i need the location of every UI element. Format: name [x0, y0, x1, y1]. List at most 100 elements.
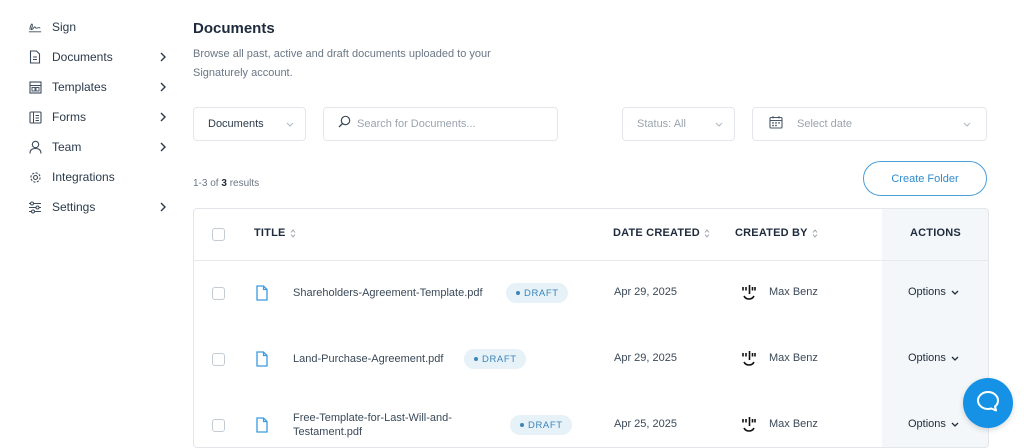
sidebar-item-label: Integrations — [52, 170, 115, 184]
search-input[interactable]: Search for Documents... — [323, 107, 558, 141]
sidebar-item-label: Documents — [52, 50, 113, 64]
chevron-right-icon — [158, 82, 168, 92]
documents-table: TITLE DATE CREATED CREATED BY ACTIONS Sh… — [193, 208, 989, 448]
table-row: Shareholders-Agreement-Template.pdf DRAF… — [194, 261, 988, 327]
forms-icon — [28, 110, 42, 124]
main-content: Documents Browse all past, active and dr… — [193, 0, 1024, 448]
options-dropdown[interactable]: Options — [908, 352, 959, 364]
sort-icon — [812, 228, 818, 238]
sidebar-item-team[interactable]: Team — [28, 137, 168, 157]
chevron-right-icon — [158, 142, 168, 152]
select-all-checkbox[interactable] — [212, 228, 225, 241]
create-folder-button[interactable]: Create Folder — [863, 161, 987, 196]
sidebar-item-label: Sign — [52, 20, 77, 34]
created-by-cell: Max Benz — [769, 352, 818, 364]
status-dot — [520, 423, 524, 427]
file-icon — [255, 417, 269, 433]
status-value: Status: All — [637, 118, 686, 130]
results-count: 1-3 of 3 results — [193, 178, 259, 189]
sidebar: Sign Documents Templates Forms Team Inte… — [0, 0, 175, 436]
sidebar-item-integrations[interactable]: Integrations — [28, 167, 168, 187]
user-icon — [28, 140, 42, 154]
options-dropdown[interactable]: Options — [908, 286, 959, 298]
column-header-date-created[interactable]: DATE CREATED — [613, 227, 710, 239]
chevron-right-icon — [158, 112, 168, 122]
sidebar-item-label: Forms — [52, 110, 86, 124]
status-badge-label: DRAFT — [524, 287, 559, 299]
status-badge: DRAFT — [510, 415, 572, 435]
chevron-right-icon — [158, 52, 168, 62]
date-picker[interactable]: Select date — [752, 107, 987, 141]
row-checkbox[interactable] — [212, 353, 225, 366]
chat-button[interactable] — [963, 378, 1013, 428]
sidebar-item-label: Team — [52, 140, 82, 154]
avatar-icon — [741, 350, 757, 368]
avatar-icon — [741, 416, 757, 434]
sidebar-item-label: Settings — [52, 200, 96, 214]
document-title-link[interactable]: Shareholders-Agreement-Template.pdf — [293, 286, 483, 300]
search-placeholder: Search for Documents... — [357, 118, 476, 130]
table-row: Land-Purchase-Agreement.pdf DRAFT Apr 29… — [194, 327, 988, 393]
sliders-icon — [28, 200, 42, 214]
sidebar-item-sign[interactable]: Sign — [28, 17, 168, 37]
sidebar-item-templates[interactable]: Templates — [28, 77, 168, 97]
chevron-down-icon — [951, 290, 959, 295]
results-prefix: 1-3 of — [193, 178, 219, 189]
document-type-value: Documents — [208, 118, 264, 130]
column-header-actions: ACTIONS — [910, 227, 961, 239]
results-total: 3 — [221, 178, 227, 189]
page-description: Browse all past, active and draft docume… — [193, 48, 491, 79]
document-title-link[interactable]: Land-Purchase-Agreement.pdf — [293, 352, 443, 366]
column-title-label: TITLE — [254, 227, 286, 239]
status-dropdown[interactable]: Status: All — [622, 107, 735, 141]
avatar-icon — [741, 284, 757, 302]
row-checkbox[interactable] — [212, 287, 225, 300]
column-header-title[interactable]: TITLE — [254, 227, 296, 239]
date-created-cell: Apr 29, 2025 — [614, 286, 677, 298]
status-badge: DRAFT — [464, 349, 526, 369]
chevron-down-icon — [951, 356, 959, 361]
sidebar-item-label: Templates — [52, 80, 107, 94]
column-header-created-by[interactable]: CREATED BY — [735, 227, 818, 239]
sidebar-item-settings[interactable]: Settings — [28, 197, 168, 217]
chevron-down-icon — [951, 422, 959, 427]
sidebar-item-documents[interactable]: Documents — [28, 47, 168, 67]
column-date-label: DATE CREATED — [613, 227, 700, 239]
date-created-cell: Apr 25, 2025 — [614, 418, 677, 430]
options-dropdown[interactable]: Options — [908, 418, 959, 430]
status-badge-label: DRAFT — [482, 353, 517, 365]
date-placeholder: Select date — [797, 118, 853, 130]
status-dot — [516, 291, 520, 295]
results-suffix: results — [229, 178, 260, 189]
document-type-dropdown[interactable]: Documents — [193, 107, 306, 141]
status-badge: DRAFT — [506, 283, 568, 303]
gear-icon — [28, 170, 42, 184]
search-icon — [338, 115, 351, 133]
column-created-by-label: CREATED BY — [735, 227, 808, 239]
page-title: Documents — [193, 20, 275, 37]
templates-icon — [28, 80, 42, 94]
options-label: Options — [908, 418, 946, 430]
status-badge-label: DRAFT — [528, 419, 563, 431]
options-label: Options — [908, 352, 946, 364]
status-dot — [474, 357, 478, 361]
created-by-cell: Max Benz — [769, 286, 818, 298]
row-checkbox[interactable] — [212, 419, 225, 432]
options-label: Options — [908, 286, 946, 298]
document-icon — [28, 50, 42, 64]
file-icon — [255, 285, 269, 301]
document-title-link[interactable]: Free-Template-for-Last-Will-and-Testamen… — [293, 411, 483, 439]
created-by-cell: Max Benz — [769, 418, 818, 430]
file-icon — [255, 351, 269, 367]
chevron-right-icon — [158, 202, 168, 212]
date-created-cell: Apr 29, 2025 — [614, 352, 677, 364]
sort-icon — [704, 228, 710, 238]
table-row: Free-Template-for-Last-Will-and-Testamen… — [194, 393, 988, 447]
sort-icon — [290, 228, 296, 238]
chevron-down-icon — [285, 119, 295, 129]
chevron-down-icon — [714, 119, 724, 129]
calendar-icon — [769, 115, 783, 134]
signature-icon — [28, 20, 42, 34]
sidebar-item-forms[interactable]: Forms — [28, 107, 168, 127]
chat-bubble-icon — [976, 390, 1000, 417]
